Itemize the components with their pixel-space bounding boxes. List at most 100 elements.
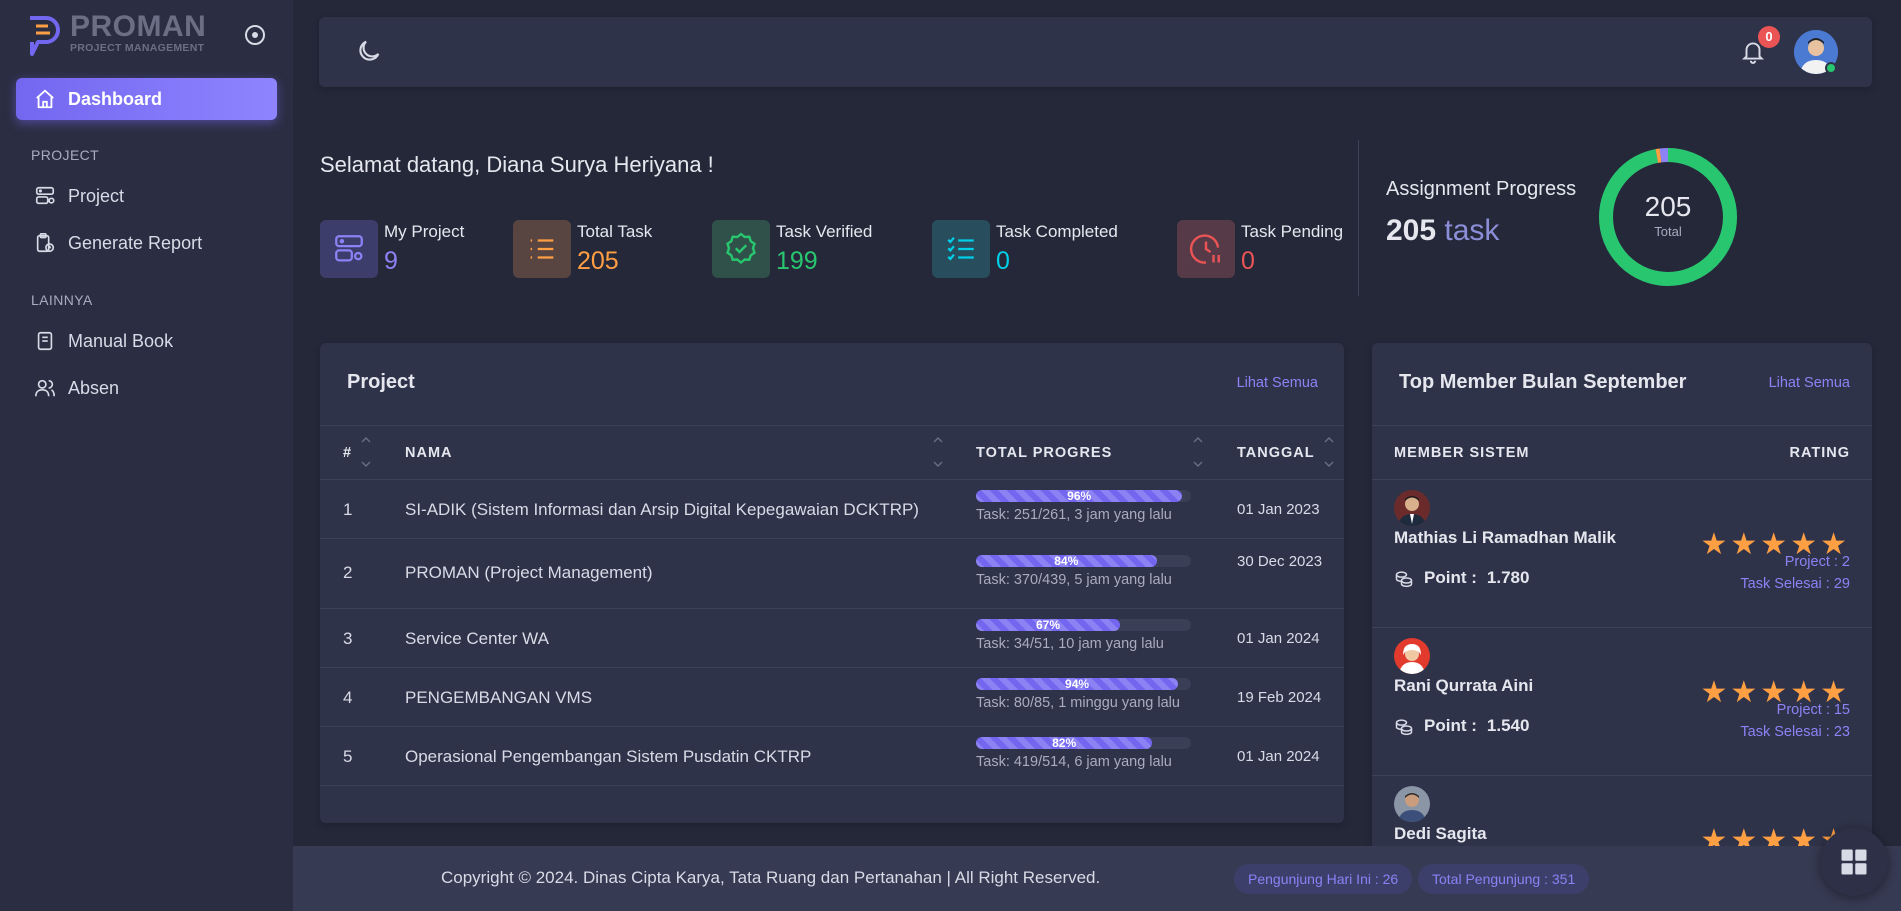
stat-value: 9 — [384, 247, 398, 275]
sidebar-item-label: Manual Book — [68, 330, 174, 351]
coins-icon — [1395, 571, 1413, 588]
donut-total: 205 — [1645, 191, 1692, 222]
sidebar: PROMAN PROJECT MANAGEMENT Dashboard PROJ… — [0, 0, 293, 911]
server-icon — [35, 186, 55, 205]
online-status-dot — [1825, 62, 1837, 74]
moon-icon[interactable] — [355, 37, 383, 65]
footer: Copyright © 2024. Dinas Cipta Karya, Tat… — [293, 846, 1901, 911]
stat-label: Task Pending — [1241, 222, 1344, 241]
point-value: 1.540 — [1486, 716, 1530, 735]
visitors-total-badge: Total Pengunjung : 351 — [1418, 864, 1590, 894]
row-number: 4 — [343, 688, 353, 707]
stat-total-task: Total Task 205 — [513, 220, 652, 278]
point-label: Point : — [1424, 716, 1477, 735]
table-row[interactable]: 3 Service Center WA 67% Task: 34/51, 10 … — [320, 609, 1344, 668]
stat-label: My Project — [384, 222, 465, 241]
list-item[interactable]: Dedi Sagita ★★★★★ — [1372, 776, 1872, 846]
avatar — [1394, 786, 1430, 822]
project-view-all-link[interactable]: Lihat Semua — [1237, 375, 1318, 391]
table-row[interactable]: 1 SI-ADIK (Sistem Informasi dan Arsip Di… — [320, 480, 1344, 539]
project-table-header: # NAMA TOTAL PROGRES TANGGAL — [320, 425, 1344, 480]
project-date: 19 Feb 2024 — [1237, 689, 1322, 706]
sidebar-item-label: Project — [68, 185, 125, 206]
donut-label: Total — [1654, 224, 1682, 239]
sort-icon[interactable] — [932, 434, 944, 470]
stat-task-pending: Task Pending 0 — [1177, 220, 1343, 278]
progress-task-text: Task: 251/261, 3 jam yang lalu — [976, 507, 1172, 523]
column-header-rating: RATING — [1789, 445, 1850, 461]
proman-logo-icon — [30, 16, 60, 56]
checklist-icon — [932, 220, 990, 278]
stat-task-completed: Task Completed 0 — [932, 220, 1118, 278]
sidebar-item-project[interactable]: Project — [34, 185, 124, 207]
sidebar-item-generate-report[interactable]: Generate Report — [34, 232, 202, 254]
member-points: Point : 1.780 — [1394, 568, 1529, 588]
sidebar-item-absen[interactable]: Absen — [34, 377, 119, 399]
row-number: 2 — [343, 563, 353, 582]
project-date: 01 Jan 2023 — [1237, 501, 1320, 518]
column-header-total-progres[interactable]: TOTAL PROGRES — [976, 445, 1112, 461]
brand-name: PROMAN — [70, 10, 207, 43]
badge-check-icon — [712, 220, 770, 278]
project-name[interactable]: Operasional Pengembangan Sistem Pusdatin… — [405, 747, 811, 767]
project-name[interactable]: Service Center WA — [405, 629, 549, 649]
project-name[interactable]: PROMAN (Project Management) — [405, 563, 653, 583]
list-item[interactable]: Rani Qurrata Aini ★★★★★ Point : 1.540 Pr… — [1372, 628, 1872, 776]
list-icon — [513, 220, 571, 278]
users-icon — [35, 379, 55, 397]
stat-value: 0 — [1241, 247, 1255, 275]
progress-bar: 96% — [976, 490, 1191, 502]
avatar — [1394, 638, 1430, 674]
sidebar-item-dashboard[interactable]: Dashboard — [16, 78, 277, 120]
sidebar-item-label: Absen — [68, 377, 120, 398]
member-name: Mathias Li Ramadhan Malik — [1394, 528, 1616, 547]
row-number: 3 — [343, 629, 353, 648]
point-label: Point : — [1424, 568, 1477, 587]
sort-icon[interactable] — [360, 434, 372, 470]
column-header-nama[interactable]: NAMA — [405, 445, 453, 461]
visitors-today-badge: Pengunjung Hari Ini : 26 — [1234, 864, 1413, 894]
progress-bar: 67% — [976, 619, 1191, 631]
project-name[interactable]: SI-ADIK (Sistem Informasi dan Arsip Digi… — [405, 500, 919, 520]
column-header-number[interactable]: # — [343, 445, 352, 461]
progress-task-text: Task: 370/439, 5 jam yang lalu — [976, 572, 1172, 588]
notification-badge: 0 — [1758, 26, 1780, 48]
sidebar-item-manual-book[interactable]: Manual Book — [34, 330, 173, 352]
project-date: 01 Jan 2024 — [1237, 630, 1320, 647]
top-member-card: Top Member Bulan September Lihat Semua M… — [1372, 343, 1872, 846]
progress-task-text: Task: 34/51, 10 jam yang lalu — [976, 636, 1164, 652]
point-value: 1.780 — [1486, 568, 1530, 587]
progress-task-text: Task: 80/85, 1 minggu yang lalu — [976, 695, 1180, 711]
nav-header-lainnya: LAINNYA — [31, 292, 93, 308]
member-table-header: MEMBER SISTEM RATING — [1372, 425, 1872, 480]
assignment-count: 205 — [1386, 214, 1437, 247]
progress-task-text: Task: 419/514, 6 jam yang lalu — [976, 754, 1172, 770]
sort-icon[interactable] — [1192, 434, 1204, 470]
member-name: Dedi Sagita — [1394, 824, 1487, 843]
sidebar-item-label: Generate Report — [68, 232, 203, 253]
progress-fill: 94% — [976, 678, 1179, 690]
welcome-message: Selamat datang, Diana Surya Heriyana ! — [320, 152, 714, 177]
progress-fill: 82% — [976, 737, 1153, 749]
customizer-button[interactable] — [1820, 828, 1888, 896]
column-header-tanggal[interactable]: TANGGAL — [1237, 445, 1315, 461]
grid-icon — [1841, 849, 1867, 875]
stat-my-project: My Project 9 — [320, 220, 464, 278]
brand-subtitle: PROJECT MANAGEMENT — [70, 42, 205, 54]
server-settings-icon — [320, 220, 378, 278]
brand[interactable]: PROMAN PROJECT MANAGEMENT — [26, 12, 206, 60]
table-row[interactable]: 2 PROMAN (Project Management) 84% Task: … — [320, 539, 1344, 609]
sort-icon[interactable] — [1323, 434, 1335, 470]
sidebar-item-label: Dashboard — [68, 88, 163, 109]
clock-pause-icon — [1177, 220, 1235, 278]
table-row[interactable]: 5 Operasional Pengembangan Sistem Pusdat… — [320, 727, 1344, 786]
progress-fill: 84% — [976, 555, 1157, 567]
table-row[interactable]: 4 PENGEMBANGAN VMS 94% Task: 80/85, 1 mi… — [320, 668, 1344, 727]
member-view-all-link[interactable]: Lihat Semua — [1769, 375, 1850, 391]
progress-bar: 84% — [976, 555, 1191, 567]
project-name[interactable]: PENGEMBANGAN VMS — [405, 688, 592, 708]
assignment-progress-title: Assignment Progress — [1386, 178, 1577, 200]
project-card-title: Project — [347, 371, 415, 393]
list-item[interactable]: Mathias Li Ramadhan Malik ★★★★★ Point : … — [1372, 480, 1872, 628]
sidebar-toggle-icon[interactable] — [243, 23, 267, 47]
